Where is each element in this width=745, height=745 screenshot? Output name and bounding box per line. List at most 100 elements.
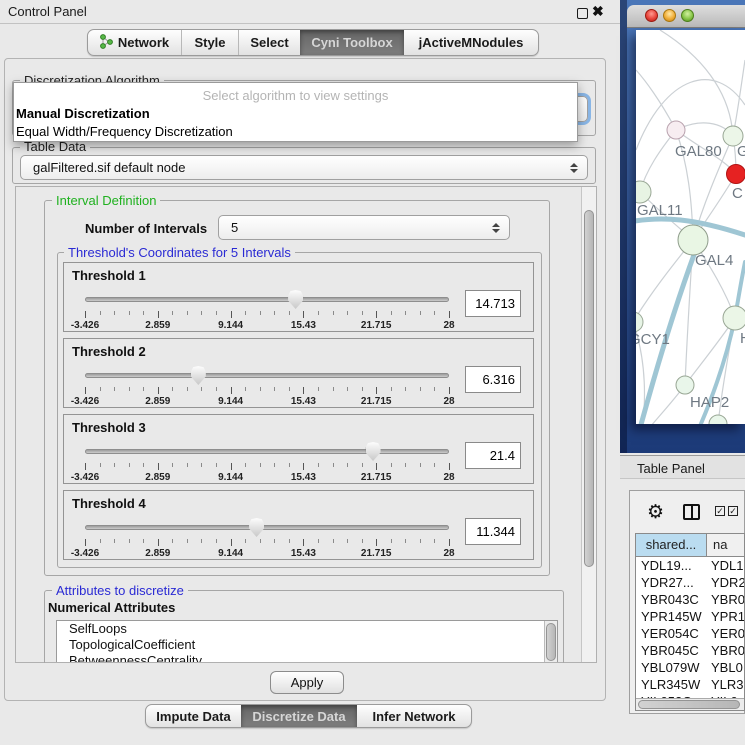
horizontal-scrollbar[interactable] — [636, 698, 745, 710]
number-of-intervals-value: 5 — [231, 220, 238, 235]
threshold-value-input[interactable] — [465, 290, 521, 317]
column-header-shared-name[interactable]: shared... — [636, 534, 707, 556]
slider-track[interactable] — [85, 525, 449, 530]
tab-label: Discretize Data — [252, 709, 345, 724]
table-row[interactable]: YBL079WYBL0 — [636, 659, 744, 676]
tab-label: Style — [194, 35, 225, 50]
list-scrollbar-thumb[interactable] — [546, 623, 556, 661]
popup-option-manual-discretization[interactable]: Manual Discretization — [16, 106, 150, 121]
close-icon[interactable]: ✖ — [592, 3, 604, 20]
table-row[interactable]: YBR043CYBR0 — [636, 591, 744, 608]
tab-network[interactable]: Network — [88, 30, 181, 55]
network-window: GAL80 GA C GAL11 GAL4 GCY1 H HAP2 — [620, 0, 745, 453]
slider-track[interactable] — [85, 373, 449, 378]
control-panel: Control Panel ✖ Network — [0, 0, 620, 745]
table-row[interactable]: YLR345WYLR3 — [636, 676, 744, 693]
slider-thumb[interactable] — [288, 290, 303, 309]
threshold-slider[interactable]: -3.4262.8599.14415.4321.71528 — [85, 289, 449, 331]
threshold-value-input[interactable] — [465, 518, 521, 545]
threshold-slider[interactable]: -3.4262.8599.14415.4321.71528 — [85, 517, 449, 559]
slider-scale-label: 15.43 — [291, 548, 316, 559]
table-row[interactable]: YPR145WYPR1 — [636, 608, 744, 625]
close-traffic-light[interactable] — [645, 9, 658, 22]
tab-jactivemnodules[interactable]: jActiveMNodules — [404, 30, 538, 55]
slider-thumb[interactable] — [366, 442, 381, 461]
horizontal-scrollbar-thumb[interactable] — [638, 700, 740, 709]
slider-scale-label: 2.859 — [145, 548, 170, 559]
node-label: GAL11 — [637, 202, 683, 219]
tab-discretize-data[interactable]: Discretize Data — [241, 705, 357, 727]
minimize-traffic-light[interactable] — [663, 9, 676, 22]
slider-scale-label: 28 — [443, 320, 454, 331]
node[interactable] — [709, 415, 727, 424]
node-label: GCY1 — [636, 331, 670, 348]
threshold-value-input[interactable] — [465, 366, 521, 393]
slider-thumb[interactable] — [191, 366, 206, 385]
table-row[interactable]: YBR045CYBR0 — [636, 642, 744, 659]
list-item[interactable]: BetweennessCentrality — [57, 653, 557, 662]
table-panel-header[interactable]: Table Panel — [620, 455, 745, 479]
numerical-attributes-list[interactable]: SelfLoops TopologicalCoefficient Between… — [56, 620, 558, 662]
algorithm-dropdown-popup: Select algorithm to view settings Manual… — [13, 82, 578, 142]
slider-scale-label: -3.426 — [71, 396, 99, 407]
network-window-titlebar[interactable] — [627, 5, 745, 28]
table-row[interactable]: YER054CYER0 — [636, 625, 744, 642]
slider-ticks — [85, 539, 449, 547]
tab-impute-data[interactable]: Impute Data — [146, 705, 241, 727]
table-row[interactable]: YDL19...YDL1 — [636, 557, 744, 574]
slider-scale-label: 28 — [443, 548, 454, 559]
split-columns-icon[interactable] — [683, 504, 700, 520]
slider-scale-label: 15.43 — [291, 396, 316, 407]
threshold-value-input[interactable] — [465, 442, 521, 469]
slider-track[interactable] — [85, 297, 449, 302]
node-hap2[interactable] — [676, 376, 694, 394]
node-gcy1[interactable] — [636, 312, 643, 332]
threshold-slider[interactable]: -3.4262.8599.14415.4321.71528 — [85, 441, 449, 483]
combo-arrows-icon — [570, 163, 578, 173]
float-window-icon[interactable] — [577, 8, 588, 19]
slider-scale-label: 9.144 — [218, 320, 243, 331]
threshold-4-panel: Threshold 4 -3.4262.8599.14415.4321.7152… — [63, 490, 534, 560]
slider-track[interactable] — [85, 449, 449, 454]
control-panel-titlebar: Control Panel ✖ — [0, 0, 620, 24]
table-toolbar: ⚙ ✓ ✓ — [630, 500, 745, 526]
threshold-2-panel: Threshold 2 -3.4262.8599.14415.4321.7152… — [63, 338, 534, 408]
tab-label: Select — [250, 35, 288, 50]
table-row[interactable]: YDR27...YDR2 — [636, 574, 744, 591]
tab-label: Infer Network — [372, 709, 455, 724]
list-item[interactable]: SelfLoops — [57, 621, 557, 637]
table-header-row: shared... na — [636, 534, 744, 557]
node-selected-red[interactable] — [727, 165, 745, 184]
slider-scale-label: 9.144 — [218, 472, 243, 483]
slider-thumb[interactable] — [249, 518, 264, 537]
vertical-scrollbar[interactable] — [581, 187, 596, 662]
zoom-traffic-light[interactable] — [681, 9, 694, 22]
list-scrollbar[interactable] — [544, 621, 557, 662]
right-region: GAL80 GA C GAL11 GAL4 GCY1 H HAP2 Table … — [620, 0, 745, 745]
checkbox-icon[interactable]: ✓ — [715, 506, 725, 516]
slider-scale-label: 21.715 — [361, 548, 392, 559]
number-of-intervals-combobox[interactable]: 5 — [218, 215, 510, 240]
network-canvas[interactable]: GAL80 GA C GAL11 GAL4 GCY1 H HAP2 — [636, 30, 745, 424]
popup-option-equal-width-frequency[interactable]: Equal Width/Frequency Discretization — [16, 124, 233, 139]
numerical-attributes-label: Numerical Attributes — [48, 600, 175, 615]
checkbox-icon[interactable]: ✓ — [728, 506, 738, 516]
tab-style[interactable]: Style — [181, 30, 238, 55]
node-label: GAL4 — [695, 252, 733, 269]
node-gal4[interactable] — [678, 225, 708, 255]
tab-label: Impute Data — [156, 709, 230, 724]
vertical-scrollbar-thumb[interactable] — [584, 210, 594, 567]
table-data-combobox[interactable]: galFiltered.sif default node — [20, 155, 588, 180]
list-item[interactable]: TopologicalCoefficient — [57, 637, 557, 653]
slider-scale-label: 2.859 — [145, 396, 170, 407]
tab-select[interactable]: Select — [238, 30, 300, 55]
node-pink[interactable] — [667, 121, 685, 139]
thresholds-group-title: Threshold's Coordinates for 5 Intervals — [64, 246, 295, 260]
column-header-name[interactable]: na — [707, 534, 744, 556]
threshold-slider[interactable]: -3.4262.8599.14415.4321.71528 — [85, 365, 449, 407]
node[interactable] — [723, 306, 745, 330]
tab-cyni-toolbox[interactable]: Cyni Toolbox — [300, 30, 404, 55]
gear-icon[interactable]: ⚙ — [647, 501, 664, 523]
apply-button[interactable]: Apply — [270, 671, 344, 694]
tab-infer-network[interactable]: Infer Network — [357, 705, 471, 727]
